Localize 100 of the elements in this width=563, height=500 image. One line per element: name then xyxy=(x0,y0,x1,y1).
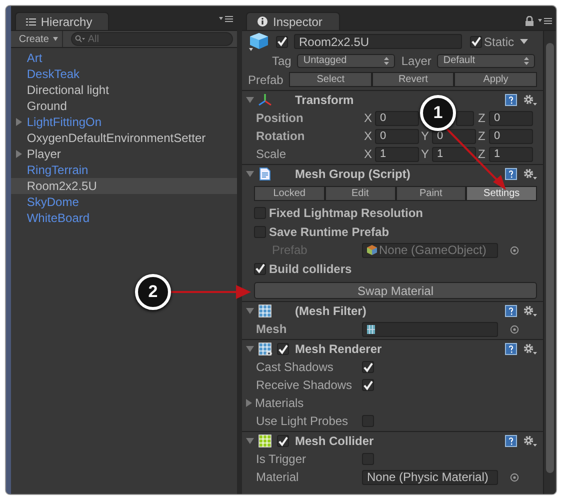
search-icon xyxy=(74,35,85,43)
hierarchy-item[interactable]: OxygenDefaultEnvironmentSetter xyxy=(10,130,238,146)
menu-icon[interactable] xyxy=(219,15,234,23)
number-field[interactable]: 0 xyxy=(432,128,476,144)
object-field[interactable]: None (Physic Material) xyxy=(362,470,498,484)
help-icon[interactable] xyxy=(505,435,517,447)
layer-label: Layer xyxy=(401,54,432,68)
number-field[interactable] xyxy=(456,110,474,126)
foldout-icon[interactable] xyxy=(246,437,254,445)
checkbox[interactable] xyxy=(362,379,374,391)
mesh-icon xyxy=(367,324,375,334)
swap-material-button[interactable]: Swap Material xyxy=(254,282,537,299)
axis-label: X xyxy=(364,129,372,143)
gear-icon[interactable] xyxy=(523,168,537,180)
checkbox[interactable] xyxy=(362,361,374,373)
target-icon[interactable] xyxy=(510,246,519,254)
foldout-icon[interactable] xyxy=(246,307,254,315)
menu-icon[interactable] xyxy=(538,17,552,25)
checkbox-label: Save Runtime Prefab xyxy=(269,224,390,238)
toolbar-tab[interactable]: Settings xyxy=(466,186,537,200)
prefab-label: Prefab xyxy=(248,72,284,86)
name-field[interactable]: Room2x2.5U xyxy=(294,34,462,49)
hierarchy-item[interactable]: DeskTeak xyxy=(10,66,238,82)
help-icon[interactable] xyxy=(505,343,517,355)
toolbar-tab[interactable]: Edit xyxy=(324,186,396,200)
property-label: Material xyxy=(256,470,300,484)
foldout-icon[interactable] xyxy=(246,96,254,104)
hierarchy-item[interactable]: WhiteBoard xyxy=(10,210,238,226)
checkbox[interactable] xyxy=(276,36,288,48)
axis-label: Y xyxy=(421,147,429,161)
gear-icon[interactable] xyxy=(523,94,537,106)
target-icon[interactable] xyxy=(510,472,519,482)
help-icon[interactable] xyxy=(505,305,517,317)
hierarchy-item[interactable]: RingTerrain xyxy=(10,162,238,178)
hierarchy-item[interactable]: Directional light xyxy=(10,82,238,98)
hierarchy-item[interactable]: Ground xyxy=(10,98,238,114)
checkbox-label: Build colliders xyxy=(269,262,352,276)
axis-label: Z xyxy=(478,111,486,125)
foldout-icon[interactable] xyxy=(246,170,254,178)
checkbox[interactable] xyxy=(254,262,266,274)
checkbox[interactable] xyxy=(277,435,289,447)
target-icon[interactable] xyxy=(510,324,519,334)
layer-dropdown[interactable]: Default xyxy=(437,54,536,68)
component-title: Transform xyxy=(295,93,355,107)
object-field[interactable] xyxy=(362,322,498,336)
toolbar-tab[interactable]: Locked xyxy=(254,186,325,200)
property-label: Cast Shadows xyxy=(256,360,334,374)
foldout-icon[interactable] xyxy=(246,345,254,353)
lock-icon[interactable] xyxy=(525,16,534,26)
number-field[interactable]: 0 xyxy=(375,110,419,126)
hierarchy-item[interactable]: Player xyxy=(10,146,238,162)
cube-icon xyxy=(367,245,377,255)
component-title: Mesh Group (Script) xyxy=(295,167,412,181)
number-field[interactable]: 0 xyxy=(375,128,419,144)
number-field[interactable]: 1 xyxy=(375,146,419,162)
hierarchy-item[interactable]: SkyDome xyxy=(10,194,238,210)
axis-label: X xyxy=(364,111,372,125)
component-title: Mesh Collider xyxy=(295,434,375,448)
expand-icon[interactable] xyxy=(14,150,23,158)
hierarchy-item[interactable]: LightFittingOn xyxy=(10,114,238,130)
axis-label: Z xyxy=(478,147,486,161)
property-label: Is Trigger xyxy=(256,452,308,466)
property-label: Position xyxy=(256,111,304,125)
property-label: Scale xyxy=(256,147,288,161)
caret-icon[interactable] xyxy=(520,39,528,44)
component-title: (Mesh Filter) xyxy=(295,304,368,318)
prefab-button[interactable]: Apply xyxy=(454,72,537,87)
number-field[interactable]: 1 xyxy=(432,146,476,162)
checkbox[interactable] xyxy=(277,343,289,355)
list-icon xyxy=(26,18,36,26)
arrow xyxy=(446,128,506,190)
property-label: Mesh xyxy=(256,322,288,336)
tag-dropdown[interactable]: Untagged xyxy=(297,54,396,68)
foldout-icon[interactable] xyxy=(245,399,253,407)
gear-icon[interactable] xyxy=(523,435,537,447)
expand-icon[interactable] xyxy=(14,118,23,126)
prefab-button[interactable]: Revert xyxy=(372,72,454,87)
number-field[interactable]: 0 xyxy=(489,110,533,126)
hierarchy-tab[interactable]: Hierarchy xyxy=(14,12,109,30)
toolbar-tab[interactable]: Paint xyxy=(396,186,466,200)
axes-icon xyxy=(258,93,272,107)
hierarchy-item[interactable]: Art xyxy=(10,50,238,66)
gear-icon[interactable] xyxy=(523,343,537,355)
prefab-button[interactable]: Select xyxy=(289,72,372,87)
help-icon[interactable] xyxy=(505,94,517,106)
property-label: Receive Shadows xyxy=(256,378,354,392)
gear-icon[interactable] xyxy=(523,305,537,317)
scrollbar[interactable] xyxy=(543,31,556,494)
checkbox[interactable] xyxy=(470,36,482,48)
axis-label: Z xyxy=(478,129,486,143)
component-title: Mesh Renderer xyxy=(295,342,383,356)
help-icon[interactable] xyxy=(505,168,517,180)
inspector-tab[interactable]: Inspector xyxy=(246,12,340,30)
property-label: Materials xyxy=(255,396,304,410)
search-field[interactable]: All xyxy=(70,32,234,46)
create-dropdown[interactable]: Create xyxy=(14,31,63,47)
number-field[interactable]: 1 xyxy=(489,146,533,162)
hierarchy-item[interactable]: Room2x2.5U xyxy=(10,178,238,194)
number-field[interactable]: 0 xyxy=(489,128,533,144)
static-label: Static xyxy=(484,34,514,48)
